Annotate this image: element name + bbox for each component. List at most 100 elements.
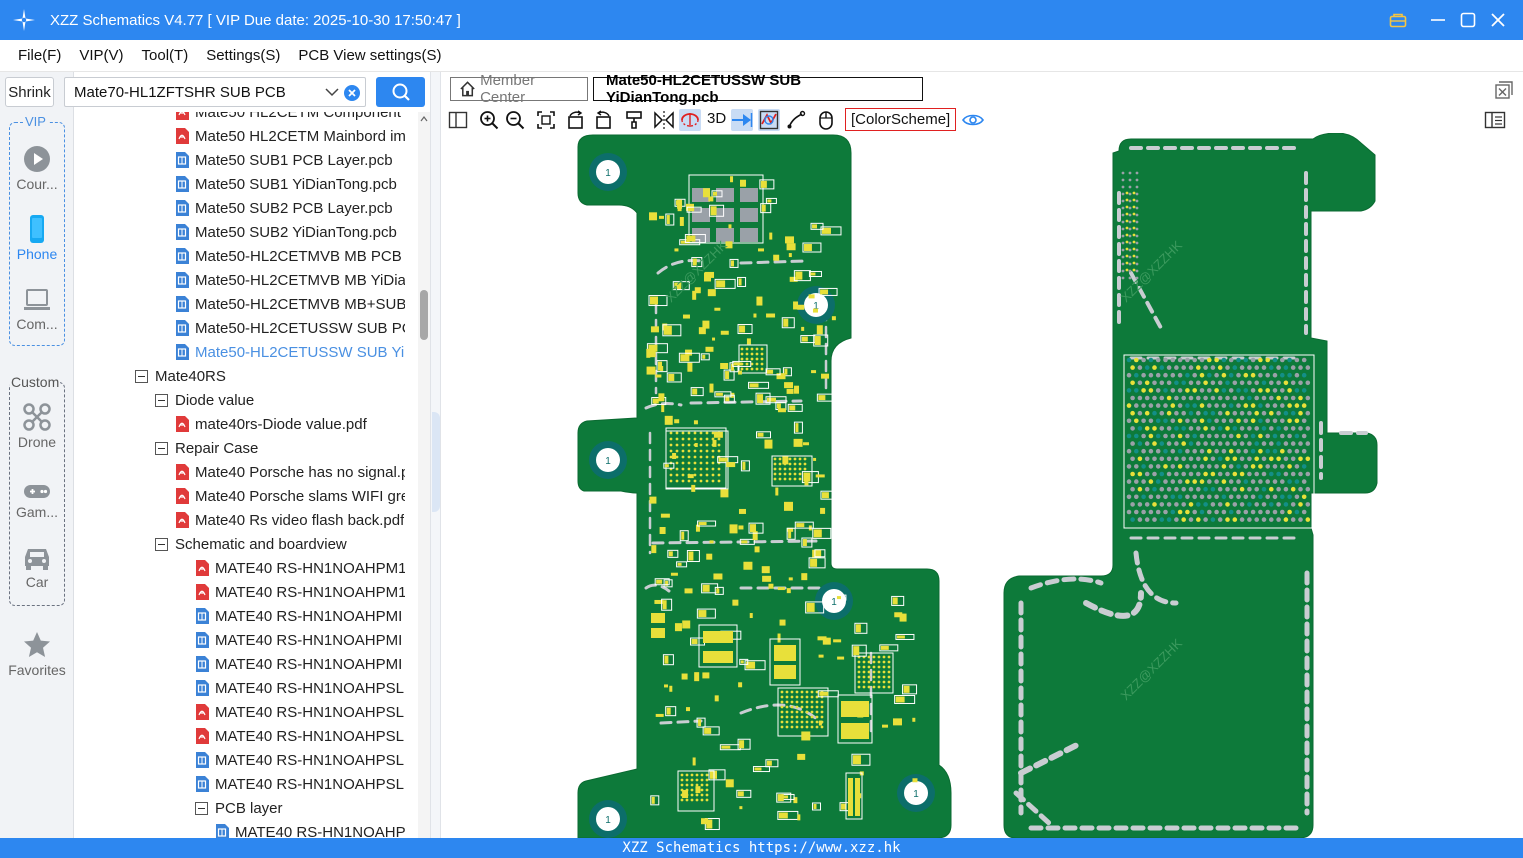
vip-lock-icon[interactable] (1383, 5, 1413, 35)
net-highlight-icon[interactable] (758, 109, 780, 131)
fit-view-icon[interactable] (535, 109, 557, 131)
brush-icon[interactable] (623, 109, 645, 131)
side-panel-icon[interactable] (1484, 109, 1506, 131)
bga-ball (1188, 456, 1194, 462)
tree-item[interactable]: MATE40 RS-HN1NOAHPSLFA SUB (195, 676, 405, 700)
collapse-toggle-icon[interactable] (155, 441, 168, 455)
tree-scrollbar-thumb[interactable] (420, 290, 428, 340)
trace-path-icon[interactable] (785, 109, 807, 131)
tree-item[interactable]: Mate50-HL2CETUSSW SUB YiDianTong (175, 340, 405, 364)
tree-item[interactable]: MATE40 RS-HN1NOAHPM1 image (195, 556, 405, 580)
tree-item[interactable]: MATE40 RS-HN1NOAHPSLFAVE (195, 700, 405, 724)
zoom-out-icon[interactable] (504, 109, 526, 131)
tree-item[interactable]: Mate40 Rs video flash back.pdf (175, 508, 404, 532)
tree-item[interactable]: MATE40 RS-HN1NOAHPSLFAVE (195, 724, 405, 748)
bga-ball (1265, 418, 1270, 424)
menu-tool[interactable]: Tool(T) (142, 47, 189, 64)
menu-file[interactable]: File(F) (18, 47, 61, 64)
search-button[interactable] (376, 77, 425, 107)
collapse-toggle-icon[interactable] (195, 801, 208, 815)
bga-ball (1128, 199, 1132, 203)
tree-item[interactable]: PCB layer (195, 796, 283, 820)
tree-item[interactable]: Repair Case (155, 436, 258, 460)
bga-ball (1196, 486, 1201, 492)
rotate-right-icon[interactable] (592, 109, 614, 131)
maximize-button[interactable] (1453, 5, 1483, 35)
color-scheme-button[interactable]: [ColorScheme] (845, 108, 957, 131)
search-combobox[interactable]: Mate70-HL1ZFTSHR SUB PCB (64, 77, 366, 107)
tree-item[interactable]: MATE40 RS-HN1NOAHPMI MB (195, 604, 405, 628)
tool-phone[interactable]: Phone (0, 214, 74, 262)
component-pad (666, 215, 670, 225)
tree-item[interactable]: MATE40 RS-HN1NOAHPM1-Component (195, 580, 405, 604)
zoom-in-icon[interactable] (478, 109, 500, 131)
bga-ball (1280, 388, 1285, 393)
tree-item[interactable]: Mate40 Porsche slams WIFI grey (175, 484, 405, 508)
collapse-toggle-icon[interactable] (155, 393, 168, 407)
tree-item[interactable]: Mate50 SUB2 YiDianTong.pcb (175, 220, 397, 244)
tool-favorites[interactable]: Favorites (0, 630, 74, 678)
tool-computer[interactable]: Com... (0, 286, 74, 332)
tree-item[interactable]: Mate50 SUB2 PCB Layer.pcb (175, 196, 393, 220)
tree-item[interactable]: MATE40 RS-HN1NOAHPMI MB (215, 820, 405, 838)
flip-board-icon[interactable] (679, 109, 701, 131)
close-button[interactable] (1483, 5, 1513, 35)
tool-course[interactable]: Cour... (0, 144, 74, 192)
tree-item[interactable]: Mate50 SUB1 YiDianTong.pcb (175, 172, 397, 196)
pcb-canvas[interactable]: 1 1 1 1 1 1 XZZ@XZZHK XZZ@XZZHK XZZ@XZZHK (441, 133, 1523, 838)
tab-active-pcb[interactable]: Mate50-HL2CETUSSW SUB YiDianTong.pcb (593, 72, 923, 106)
tree-item[interactable]: Mate40 Porsche has no signal.pdf (175, 460, 405, 484)
tool-car[interactable]: Car (0, 544, 74, 590)
tree-item[interactable]: MATE40 RS-HN1NOAHPSLFB SUB (195, 748, 405, 772)
tree-item[interactable]: MATE40 RS-HN1NOAHPMI MB (195, 652, 405, 676)
clear-search-icon[interactable] (344, 85, 360, 101)
mouse-mode-icon[interactable] (815, 109, 837, 131)
menu-bar: File(F) VIP(V) Tool(T) Settings(S) PCB V… (0, 40, 1523, 72)
tool-game[interactable]: Gam... (0, 480, 74, 520)
bga-ball (1272, 509, 1278, 515)
collapse-toggle-icon[interactable] (135, 369, 148, 383)
menu-vip[interactable]: VIP(V) (79, 47, 123, 64)
tree-item[interactable]: Mate50-HL2CETMVB MB PCB Layer (175, 244, 405, 268)
bga-ball (1155, 464, 1161, 469)
tree-item[interactable]: Mate50 SUB1 PCB Layer.pcb (175, 148, 393, 172)
shrink-button[interactable]: Shrink (5, 77, 54, 107)
panel-splitter[interactable] (430, 72, 441, 838)
chevron-down-icon[interactable] (325, 86, 339, 98)
tree-item[interactable]: Mate40RS (135, 364, 226, 388)
tree-item[interactable]: MATE40 RS-HN1NOAHPSLFB SUB (195, 772, 405, 796)
eye-icon[interactable] (962, 109, 984, 131)
menu-settings[interactable]: Settings(S) (206, 47, 280, 64)
tree-item[interactable]: Mate50 HL2CETM Component exp (175, 112, 405, 124)
tab-member-center[interactable]: Member Center (450, 72, 588, 106)
tree-item[interactable]: Mate50-HL2CETUSSW SUB PCB Layer (175, 316, 405, 340)
minimize-button[interactable] (1423, 5, 1453, 35)
mirror-icon[interactable] (653, 109, 675, 131)
close-all-tabs-icon[interactable] (1495, 81, 1513, 99)
bga-ball (1128, 213, 1132, 217)
tree-item[interactable]: Schematic and boardview (155, 532, 347, 556)
tree-item[interactable]: mate40rs-Diode value.pdf (175, 412, 367, 436)
menu-pcb-view-settings[interactable]: PCB View settings(S) (298, 47, 441, 64)
bga-ball (1290, 365, 1296, 370)
tree-item[interactable]: Diode value (155, 388, 254, 412)
tree-item[interactable]: MATE40 RS-HN1NOAHPMI MB (195, 628, 405, 652)
bga-ball (1125, 233, 1129, 237)
tree-scrollbar[interactable] (418, 112, 430, 838)
tree-item[interactable]: Mate50 HL2CETM Mainbord image (175, 124, 405, 148)
rotate-left-icon[interactable] (565, 109, 587, 131)
bga-ball (699, 467, 703, 471)
tool-drone[interactable]: Drone (0, 402, 74, 450)
view-3d-toggle[interactable]: 3D (707, 110, 726, 127)
layer-arrow-icon[interactable] (731, 109, 753, 131)
search-input[interactable]: Mate70-HL1ZFTSHR SUB PCB (74, 84, 286, 101)
scroll-up-icon[interactable] (420, 116, 428, 122)
bga-ball (1261, 502, 1267, 507)
tree-item[interactable]: Mate50-HL2CETMVB MB YiDianTong (175, 268, 405, 292)
pcb-view[interactable]: 111111XZZ@XZZHKXZZ@XZZHKXZZ@XZZHK (441, 133, 1523, 838)
bga-ball (815, 710, 819, 714)
toggle-split-icon[interactable] (447, 109, 469, 131)
collapse-panel-handle[interactable] (432, 412, 440, 512)
collapse-toggle-icon[interactable] (155, 537, 168, 551)
tree-item[interactable]: Mate50-HL2CETMVB MB+SUB YiDianTong (175, 292, 405, 316)
